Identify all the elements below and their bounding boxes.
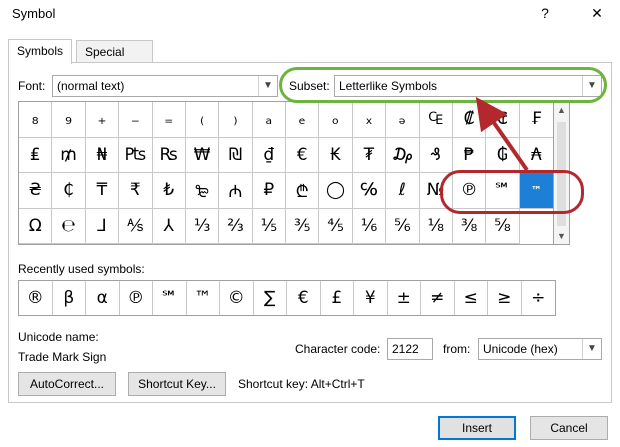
tab-symbols[interactable]: Symbols — [8, 39, 73, 64]
annotation-arrow — [475, 96, 529, 172]
